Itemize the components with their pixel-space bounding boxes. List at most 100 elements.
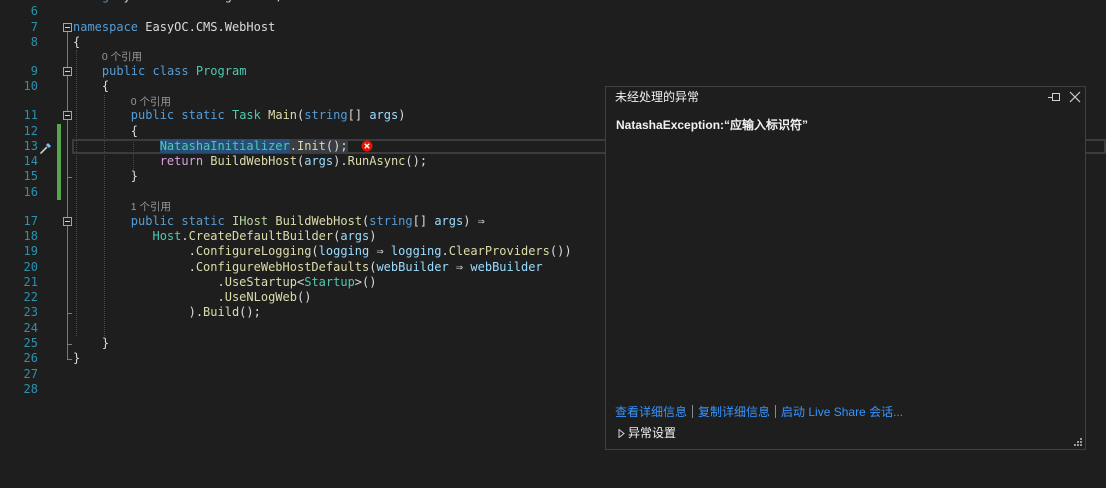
code-token-keyword[interactable]: public [131, 214, 174, 228]
line-number: 16 [23, 184, 38, 199]
outline-connector [67, 313, 68, 321]
code-token-text[interactable] [145, 64, 152, 78]
code-token-text[interactable]: ). [189, 305, 203, 319]
start-live-share-link[interactable]: 启动 Live Share 会话... [781, 405, 903, 419]
outline-connector [67, 228, 68, 237]
code-token-type-name[interactable]: NatashaInitializer [159, 138, 290, 153]
code-token-text[interactable]: { [73, 35, 80, 49]
code-line[interactable]: 7 namespace EasyOC.CMS.WebHost [0, 20, 1106, 35]
code-token-text[interactable]: . [189, 244, 196, 258]
code-token-text[interactable]: ⇒ [369, 244, 391, 258]
code-token-method-name[interactable]: Build [203, 305, 239, 319]
code-token-parameter[interactable]: logging [319, 244, 370, 258]
code-token-text[interactable]: System.Threading.Tasks; [109, 0, 282, 3]
code-token-text[interactable]: . [218, 290, 225, 304]
code-token-text[interactable]: } [102, 336, 109, 350]
code-token-parameter[interactable]: args [340, 229, 369, 243]
code-text: ).Build(); [73, 305, 261, 320]
close-button[interactable] [1068, 90, 1082, 104]
code-token-method-name[interactable]: CreateDefaultBuilder [189, 229, 334, 243]
exception-settings-label: 异常设置 [628, 426, 677, 440]
code-token-text[interactable]: >() [355, 275, 377, 289]
code-token-text[interactable]: (); [325, 138, 348, 153]
code-token-text[interactable]: } [73, 351, 80, 365]
code-token-text[interactable]: { [102, 79, 109, 93]
code-token-text[interactable]: } [131, 169, 138, 183]
code-token-keyword[interactable]: string [304, 108, 347, 122]
code-token-text[interactable]: ) ⇒ [463, 214, 485, 228]
code-token-text[interactable]: (); [239, 305, 261, 319]
code-token-method-name[interactable]: Init [296, 138, 326, 153]
code-token-parameter[interactable]: logging [391, 244, 442, 258]
code-token-keyword[interactable]: static [181, 108, 224, 122]
code-token-keyword[interactable]: string [369, 214, 412, 228]
code-token-method-name[interactable]: ClearProviders [449, 244, 550, 258]
code-token-type-name[interactable]: Task [232, 108, 261, 122]
code-token-text[interactable]: . [289, 138, 297, 153]
code-token-keyword[interactable]: public [102, 64, 145, 78]
view-details-link[interactable]: 查看详细信息 [615, 405, 687, 419]
code-token-method-name[interactable]: BuildWebHost [210, 154, 297, 168]
exception-settings-expander[interactable]: 异常设置 [618, 425, 676, 441]
code-token-parameter[interactable]: webBuilder [376, 260, 448, 274]
code-line[interactable]: 8{ [0, 34, 1106, 51]
collapse-toggle[interactable] [63, 111, 72, 121]
code-token-text[interactable]: () [297, 290, 311, 304]
collapse-toggle[interactable] [63, 22, 72, 32]
code-token-interface-name[interactable]: IHost [232, 214, 268, 228]
error-circle-icon[interactable] [361, 140, 373, 152]
code-token-text[interactable]: ( [311, 244, 318, 258]
collapse-toggle[interactable] [63, 67, 72, 77]
outline-connector [67, 297, 68, 306]
codelens-references[interactable]: 0 个引用 [131, 96, 171, 108]
codelens-references[interactable]: 0 个引用 [102, 51, 142, 63]
code-token-method-name[interactable]: RunAsync [348, 154, 406, 168]
quick-actions-icon[interactable] [39, 140, 52, 154]
code-token-text[interactable]: [] [348, 108, 370, 122]
code-token-keyword[interactable]: static [181, 214, 224, 228]
popup-title: 未经处理的异常 [615, 90, 700, 104]
change-indicator [57, 184, 61, 200]
code-token-text[interactable] [189, 64, 196, 78]
code-token-text[interactable]: . [218, 275, 225, 289]
code-token-text[interactable]: . [181, 229, 188, 243]
code-token-method-name[interactable]: Main [268, 108, 297, 122]
code-token-method-name[interactable]: ConfigureLogging [196, 244, 312, 258]
code-token-parameter[interactable]: webBuilder [470, 260, 542, 274]
code-token-text[interactable]: ) [398, 108, 405, 122]
code-token-parameter[interactable]: args [434, 214, 463, 228]
code-token-method-name[interactable]: UseNLogWeb [225, 290, 297, 304]
code-token-type-name[interactable]: Host [152, 229, 181, 243]
code-token-text[interactable]: EasyOC.CMS.WebHost [138, 20, 275, 34]
code-token-keyword[interactable]: class [153, 64, 189, 78]
code-token-text[interactable] [225, 214, 232, 228]
code-line[interactable]: 6 [0, 4, 1106, 19]
code-token-text[interactable]: . [442, 244, 449, 258]
code-token-method-name[interactable]: BuildWebHost [275, 214, 362, 228]
code-token-method-name[interactable]: UseStartup [225, 275, 297, 289]
code-token-parameter[interactable]: args [369, 108, 398, 122]
pin-button[interactable] [1047, 90, 1061, 104]
code-token-keyword[interactable]: public [131, 108, 174, 122]
code-token-text[interactable]: ) [369, 229, 376, 243]
resize-grip-icon[interactable] [1072, 436, 1082, 446]
codelens-references[interactable]: 1 个引用 [131, 201, 171, 213]
code-token-text[interactable] [225, 108, 232, 122]
code-token-text[interactable]: { [131, 124, 138, 138]
code-token-parameter[interactable]: args [304, 154, 333, 168]
code-token-text[interactable]: ()) [550, 244, 572, 258]
code-token-method-name[interactable]: ConfigureWebHostDefaults [196, 260, 369, 274]
code-token-text[interactable]: [] [413, 214, 435, 228]
collapse-toggle[interactable] [63, 216, 72, 226]
code-token-type-name[interactable]: Startup [304, 275, 355, 289]
code-token-text[interactable]: ⇒ [449, 260, 471, 274]
copy-details-link[interactable]: 复制详细信息 [698, 405, 770, 419]
code-token-keyword[interactable]: using [73, 0, 109, 3]
code-token-keyword[interactable]: namespace [73, 20, 138, 34]
code-token-text[interactable]: ). [333, 154, 347, 168]
code-line[interactable]: 9 public class Program [0, 63, 1106, 80]
code-token-type-name[interactable]: Program [196, 64, 247, 78]
code-token-text[interactable]: . [189, 260, 196, 274]
code-token-text[interactable]: (); [405, 154, 427, 168]
code-token-control-keyword[interactable]: return [160, 154, 203, 168]
